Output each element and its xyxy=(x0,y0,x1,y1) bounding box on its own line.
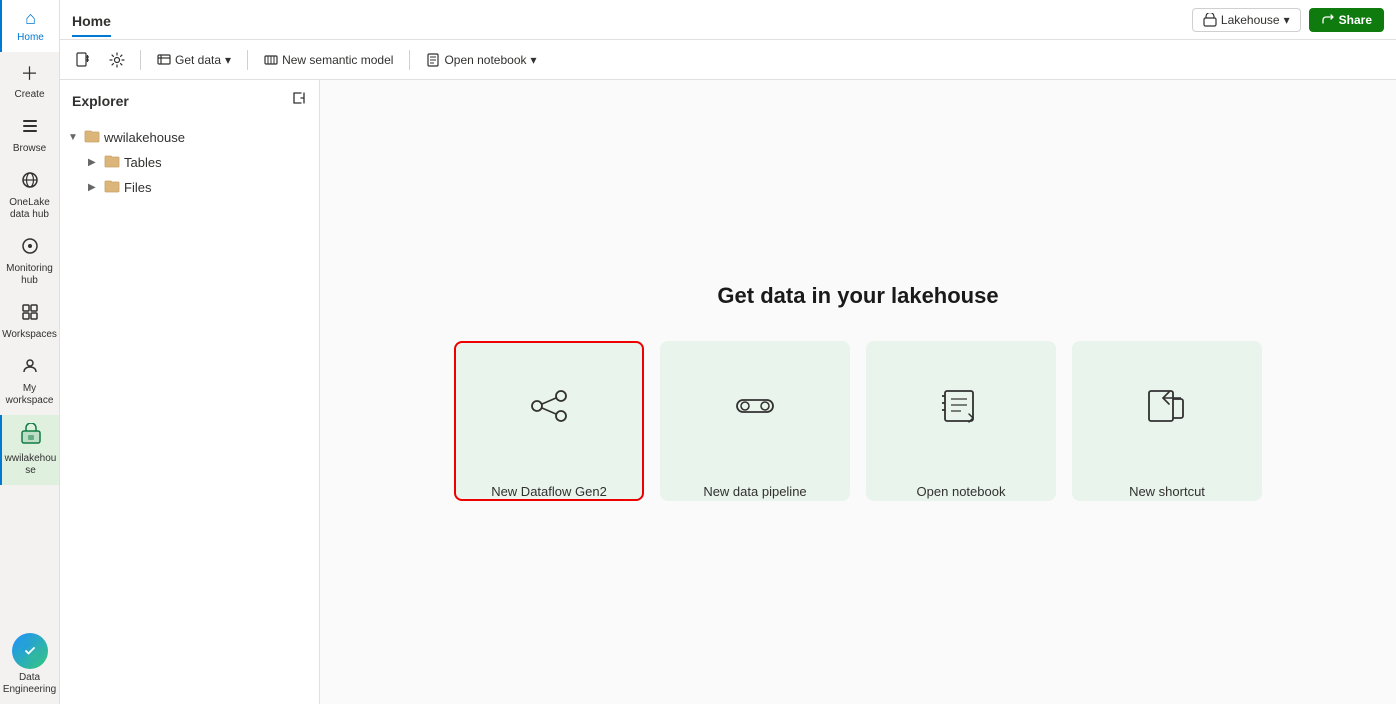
sidebar-item-monitoring[interactable]: Monitoring hub xyxy=(0,229,59,295)
sidebar-item-workspaces-label: Workspaces xyxy=(2,329,57,341)
open-notebook-label: Open notebook xyxy=(444,53,526,67)
tables-folder-icon xyxy=(104,154,120,171)
sidebar-item-workspaces[interactable]: Workspaces xyxy=(0,295,59,349)
semantic-model-icon xyxy=(264,53,278,67)
sidebar: ⌂ Home ＋ Create Browse OneLake data hub xyxy=(0,0,60,704)
tables-chevron-icon: ▶ xyxy=(88,157,100,168)
sidebar-item-wwilakehouse[interactable]: wwilakehou se xyxy=(0,415,59,485)
dataflow-icon xyxy=(525,386,573,426)
sidebar-item-browse[interactable]: Browse xyxy=(0,109,59,163)
sidebar-item-wwilakehouse-label: wwilakehou se xyxy=(5,453,57,477)
sidebar-item-home[interactable]: ⌂ Home xyxy=(0,0,59,52)
sidebar-item-dataengineering-label: Data Engineering xyxy=(3,672,56,696)
lakehouse-icon xyxy=(1203,13,1217,27)
tree-item-root[interactable]: ▼ wwilakehouse xyxy=(60,125,319,150)
collapse-icon xyxy=(291,90,307,106)
sidebar-item-myworkspace[interactable]: My workspace xyxy=(0,349,59,415)
new-item-button[interactable] xyxy=(68,45,98,75)
tree-root-label: wwilakehouse xyxy=(104,130,185,145)
main-content-area: Get data in your lakehouse New Dataflow xyxy=(320,80,1396,704)
toolbar: Get data ▾ New semantic model Open noteb… xyxy=(60,40,1396,80)
sidebar-item-onelake-label: OneLake data hub xyxy=(9,197,50,221)
sidebar-item-browse-label: Browse xyxy=(13,143,46,155)
share-button[interactable]: Share xyxy=(1309,8,1384,32)
explorer-panel: Explorer ▼ wwilakehouse xyxy=(60,80,320,704)
explorer-tree: ▼ wwilakehouse ▶ xyxy=(60,121,319,204)
files-label: Files xyxy=(124,180,151,195)
toolbar-divider-2 xyxy=(247,50,248,70)
files-chevron-icon: ▶ xyxy=(88,182,100,193)
notebook-icon xyxy=(426,53,440,67)
shortcut-icon xyxy=(1143,386,1191,426)
onelake-icon xyxy=(21,171,39,194)
new-item-icon xyxy=(75,52,91,68)
new-semantic-model-label: New semantic model xyxy=(282,53,393,67)
top-bar-left: Home xyxy=(72,13,111,27)
settings-button[interactable] xyxy=(102,45,132,75)
sidebar-item-create[interactable]: ＋ Create xyxy=(0,52,59,109)
data-engineering-section: Data Engineering xyxy=(0,625,60,704)
pipeline-icon xyxy=(731,386,779,426)
root-chevron-icon: ▼ xyxy=(68,132,80,143)
workspaces-icon xyxy=(21,303,39,326)
card-dataflow[interactable]: New Dataflow Gen2 xyxy=(454,341,644,501)
tree-item-tables[interactable]: ▶ Tables xyxy=(80,150,319,175)
toolbar-divider-1 xyxy=(140,50,141,70)
card-pipeline-label: New data pipeline xyxy=(703,484,806,499)
notebook-card-icon xyxy=(937,386,985,426)
tree-children: ▶ Tables ▶ xyxy=(60,150,319,200)
share-btn-label: Share xyxy=(1339,13,1372,27)
card-dataflow-icon-area xyxy=(456,343,642,468)
cards-row: New Dataflow Gen2 New data pipeline xyxy=(454,341,1262,501)
data-engineering-badge xyxy=(12,633,48,669)
sidebar-item-create-label: Create xyxy=(14,89,44,101)
root-folder-icon xyxy=(84,129,100,146)
lakehouse-chevron-icon: ▾ xyxy=(1284,13,1290,27)
tree-item-files[interactable]: ▶ Files xyxy=(80,175,319,200)
home-icon: ⌂ xyxy=(25,8,36,29)
new-semantic-model-button[interactable]: New semantic model xyxy=(256,49,401,71)
card-notebook-icon-area xyxy=(868,343,1054,468)
open-notebook-chevron: ▾ xyxy=(531,53,537,67)
create-icon: ＋ xyxy=(21,60,39,86)
sidebar-item-monitoring-label: Monitoring hub xyxy=(6,263,53,287)
card-dataflow-label: New Dataflow Gen2 xyxy=(491,484,607,499)
card-notebook-label: Open notebook xyxy=(917,484,1006,499)
top-bar: Home Lakehouse ▾ Share xyxy=(60,0,1396,40)
settings-icon xyxy=(109,52,125,68)
wwilakehouse-icon xyxy=(20,423,42,450)
tables-label: Tables xyxy=(124,155,162,170)
myworkspace-icon xyxy=(21,357,39,380)
card-shortcut-label: New shortcut xyxy=(1129,484,1205,499)
get-data-button[interactable]: Get data ▾ xyxy=(149,49,239,71)
page-title: Home xyxy=(72,13,111,37)
monitoring-icon xyxy=(21,237,39,260)
content-area: Explorer ▼ wwilakehouse xyxy=(60,80,1396,704)
toolbar-divider-3 xyxy=(409,50,410,70)
top-bar-right: Lakehouse ▾ Share xyxy=(1192,8,1384,32)
sidebar-item-myworkspace-label: My workspace xyxy=(6,383,54,407)
explorer-title: Explorer xyxy=(72,93,129,109)
lakehouse-btn-label: Lakehouse xyxy=(1221,13,1280,27)
sidebar-item-onelake[interactable]: OneLake data hub xyxy=(0,163,59,229)
card-notebook[interactable]: Open notebook xyxy=(866,341,1056,501)
share-icon xyxy=(1321,13,1335,27)
get-data-chevron: ▾ xyxy=(225,53,231,67)
sidebar-item-home-label: Home xyxy=(17,32,44,44)
card-shortcut[interactable]: New shortcut xyxy=(1072,341,1262,501)
files-folder-icon xyxy=(104,179,120,196)
open-notebook-button[interactable]: Open notebook ▾ xyxy=(418,49,544,71)
explorer-header: Explorer xyxy=(60,80,319,121)
main-container: Home Lakehouse ▾ Share xyxy=(60,0,1396,704)
card-shortcut-icon-area xyxy=(1074,343,1260,468)
get-data-icon xyxy=(157,53,171,67)
lakehouse-button[interactable]: Lakehouse ▾ xyxy=(1192,8,1301,32)
card-pipeline-icon-area xyxy=(662,343,848,468)
main-heading: Get data in your lakehouse xyxy=(717,283,998,309)
browse-icon xyxy=(21,117,39,140)
card-pipeline[interactable]: New data pipeline xyxy=(660,341,850,501)
explorer-collapse-button[interactable] xyxy=(291,90,307,111)
get-data-label: Get data xyxy=(175,53,221,67)
sidebar-item-dataengineering[interactable]: Data Engineering xyxy=(0,625,60,704)
